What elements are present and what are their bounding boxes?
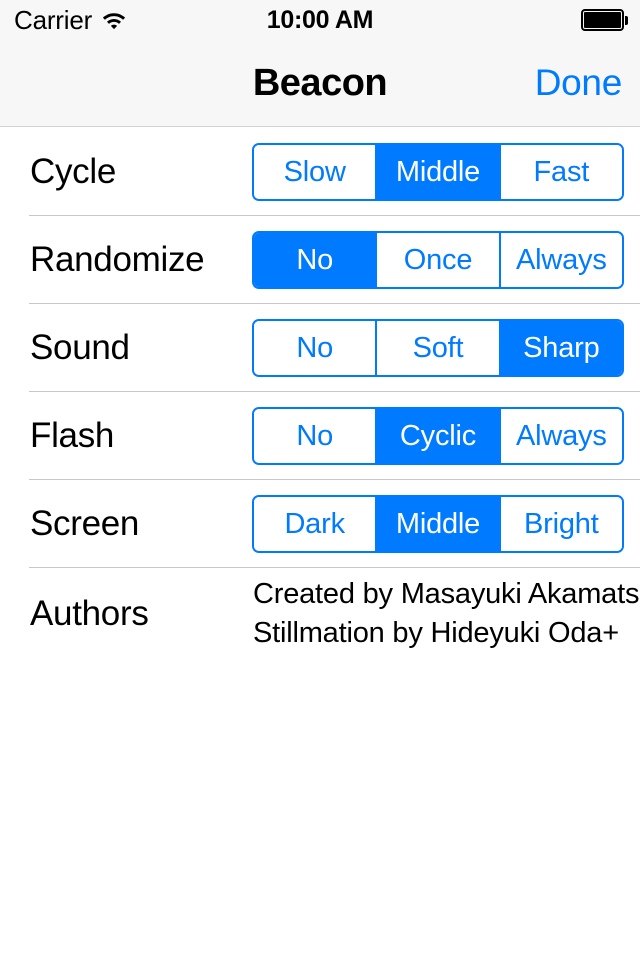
authors-value: Created by Masayuki Akamatsu Stillmation… bbox=[253, 568, 640, 660]
row-label-authors: Authors bbox=[30, 594, 149, 633]
navigation-bar: Beacon Done bbox=[0, 40, 640, 127]
status-bar: Carrier 10:00 AM bbox=[0, 0, 640, 40]
clock-label: 10:00 AM bbox=[266, 5, 374, 34]
segment-cycle-slow[interactable]: Slow bbox=[254, 145, 376, 199]
settings-row-flash: Flash No Cyclic Always bbox=[0, 392, 640, 480]
segmented-control-screen[interactable]: Dark Middle Bright bbox=[252, 495, 624, 553]
authors-line-created: Created by Masayuki Akamatsu bbox=[253, 577, 640, 610]
row-label-sound: Sound bbox=[30, 328, 130, 367]
segment-cycle-fast[interactable]: Fast bbox=[498, 145, 622, 199]
settings-row-sound: Sound No Soft Sharp bbox=[0, 304, 640, 392]
segment-flash-cyclic[interactable]: Cyclic bbox=[375, 409, 499, 463]
segment-randomize-no[interactable]: No bbox=[254, 233, 376, 287]
segmented-control-sound[interactable]: No Soft Sharp bbox=[252, 319, 624, 377]
segmented-control-cycle[interactable]: Slow Middle Fast bbox=[252, 143, 624, 201]
segment-sound-soft[interactable]: Soft bbox=[375, 321, 499, 375]
segment-cycle-middle[interactable]: Middle bbox=[375, 145, 499, 199]
segment-screen-bright[interactable]: Bright bbox=[498, 497, 622, 551]
settings-row-authors: Authors Created by Masayuki Akamatsu Sti… bbox=[0, 568, 640, 660]
segment-randomize-once[interactable]: Once bbox=[375, 233, 499, 287]
row-label-screen: Screen bbox=[30, 504, 140, 543]
segment-flash-always[interactable]: Always bbox=[498, 409, 622, 463]
app-screen: Carrier 10:00 AM Beacon Done Cycle Slow … bbox=[0, 0, 640, 960]
segment-randomize-always[interactable]: Always bbox=[498, 233, 622, 287]
segment-sound-no[interactable]: No bbox=[254, 321, 376, 375]
settings-table: Cycle Slow Middle Fast Randomize No Once… bbox=[0, 128, 640, 660]
done-button[interactable]: Done bbox=[535, 40, 623, 126]
segment-screen-middle[interactable]: Middle bbox=[375, 497, 499, 551]
status-bar-center: 10:00 AM bbox=[0, 0, 640, 40]
settings-row-cycle: Cycle Slow Middle Fast bbox=[0, 128, 640, 216]
battery-full-icon bbox=[581, 9, 628, 31]
settings-row-randomize: Randomize No Once Always bbox=[0, 216, 640, 304]
row-label-flash: Flash bbox=[30, 416, 115, 455]
segmented-control-flash[interactable]: No Cyclic Always bbox=[252, 407, 624, 465]
authors-line-stillmation: Stillmation by Hideyuki Oda+ bbox=[253, 617, 619, 649]
segmented-control-randomize[interactable]: No Once Always bbox=[252, 231, 624, 289]
settings-row-screen: Screen Dark Middle Bright bbox=[0, 480, 640, 568]
status-bar-right bbox=[581, 0, 628, 40]
segment-screen-dark[interactable]: Dark bbox=[254, 497, 376, 551]
row-label-cycle: Cycle bbox=[30, 152, 117, 191]
segment-flash-no[interactable]: No bbox=[254, 409, 376, 463]
segment-sound-sharp[interactable]: Sharp bbox=[498, 321, 622, 375]
row-label-randomize: Randomize bbox=[30, 240, 205, 279]
